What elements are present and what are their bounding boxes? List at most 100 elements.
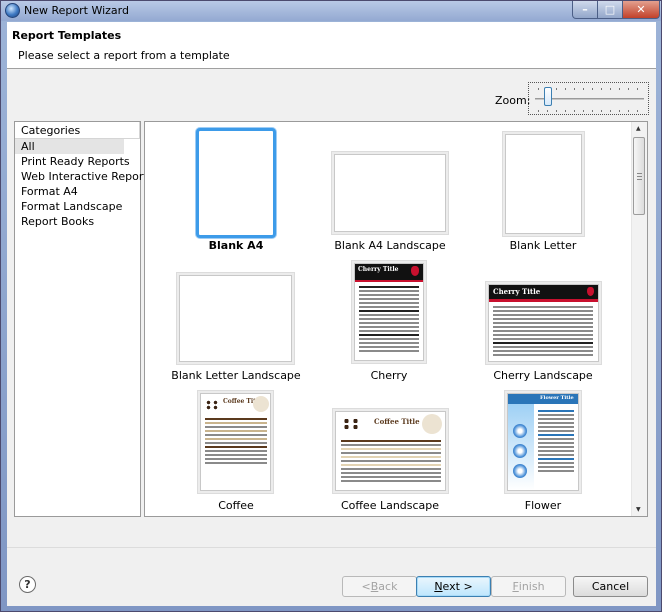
zoom-slider-thumb[interactable] (544, 87, 552, 106)
flower-icon-1 (513, 424, 527, 438)
coffee-table-rows (205, 418, 267, 466)
cherry-landscape-preview-title: Cherry Title (493, 287, 541, 296)
categories-column-header[interactable]: Categories (15, 122, 140, 139)
mnemonic-letter: B (370, 580, 379, 593)
zoom-tick (637, 110, 638, 112)
category-item-all[interactable]: All (15, 139, 124, 154)
zoom-tick (610, 110, 611, 112)
template-coffee-landscape-preview[interactable]: Coffee Title (335, 411, 446, 491)
categories-list: Categories All Print Ready Reports Web I… (14, 121, 153, 517)
category-item-format-landscape[interactable]: Format Landscape (15, 199, 140, 214)
zoom-tick (565, 88, 566, 90)
template-blank-letter-label[interactable]: Blank Letter (463, 239, 623, 252)
zoom-tick (601, 88, 602, 90)
template-blank-a4-landscape-preview[interactable] (334, 154, 446, 232)
template-blank-a4-preview[interactable] (196, 128, 276, 238)
zoom-tick (574, 110, 575, 112)
flower-preview-title: Flower Title (540, 395, 574, 401)
help-button[interactable]: ? (19, 576, 36, 593)
zoom-tick (583, 88, 584, 90)
footer-separator (7, 547, 656, 548)
coffee-cup-icon (253, 396, 269, 412)
scroll-up-arrow-icon[interactable]: ▲ (636, 125, 641, 132)
template-flower-label[interactable]: Flower (463, 499, 623, 512)
close-icon: ✕ (636, 3, 646, 16)
title-bar[interactable]: New Report Wizard – □ ✕ (1, 1, 661, 21)
category-item-format-a4[interactable]: Format A4 (15, 184, 140, 199)
zoom-tick (583, 110, 584, 112)
scrollbar-grip (637, 176, 642, 177)
template-coffee-label[interactable]: Coffee (156, 499, 316, 512)
template-blank-a4-label[interactable]: Blank A4 (156, 239, 316, 252)
close-button[interactable]: ✕ (622, 1, 660, 19)
zoom-label: Zoom: (495, 94, 531, 107)
coffee-landscape-beans-icon (342, 418, 360, 430)
template-blank-letter-landscape-label[interactable]: Blank Letter Landscape (156, 369, 316, 382)
coffee-landscape-table-rows (341, 440, 441, 484)
coffee-landscape-preview-title: Coffee Title (374, 417, 420, 426)
template-coffee-preview[interactable]: Coffee Title (200, 393, 271, 491)
page-description: Please select a report from a template (18, 49, 230, 62)
maximize-icon: □ (604, 3, 616, 16)
zoom-tick (637, 88, 638, 90)
maximize-button[interactable]: □ (597, 1, 623, 19)
zoom-tick (619, 110, 620, 112)
wizard-header: Report Templates Please select a report … (7, 22, 656, 69)
template-blank-letter-preview[interactable] (505, 134, 582, 234)
zoom-tick (538, 88, 539, 90)
category-item-web-interactive[interactable]: Web Interactive Reports (15, 169, 153, 184)
zoom-tick (592, 88, 593, 90)
cherry-landscape-accent-bar (489, 299, 598, 302)
zoom-tick (592, 110, 593, 112)
scrollbar-thumb[interactable] (633, 137, 645, 215)
template-cherry-preview[interactable]: Cherry Title (354, 263, 424, 361)
next-button[interactable]: Next > (416, 576, 491, 597)
category-item-print-ready[interactable]: Print Ready Reports (15, 154, 140, 169)
window-title: New Report Wizard (24, 4, 129, 17)
eclipse-app-icon (5, 3, 20, 18)
scroll-down-arrow-icon[interactable]: ▼ (636, 506, 641, 513)
zoom-slider[interactable] (528, 82, 649, 115)
zoom-tick (619, 88, 620, 90)
back-button[interactable]: < Back (342, 576, 417, 597)
template-coffee-landscape-label[interactable]: Coffee Landscape (310, 499, 470, 512)
cherry-landscape-table-rows (493, 306, 593, 358)
template-cherry-label[interactable]: Cherry (309, 369, 469, 382)
template-cherry-landscape-preview[interactable]: Cherry Title (488, 284, 599, 362)
cherry-table-rows (359, 286, 419, 354)
template-gallery: Blank A4 Blank A4 Landscape Blank Letter… (144, 121, 648, 517)
zoom-ticks (538, 88, 644, 114)
zoom-tick (601, 110, 602, 112)
minimize-button[interactable]: – (572, 1, 598, 19)
zoom-tick (628, 88, 629, 90)
zoom-tick (547, 110, 548, 112)
flower-icon-3 (513, 464, 527, 478)
gallery-vertical-scrollbar[interactable]: ▲ ▼ (631, 122, 647, 516)
zoom-tick (628, 110, 629, 112)
dialog-body: Report Templates Please select a report … (7, 22, 656, 606)
zoom-tick (610, 88, 611, 90)
coffee-landscape-cup-icon (422, 414, 442, 434)
category-item-report-books[interactable]: Report Books (15, 214, 140, 229)
coffee-beans-icon (205, 400, 219, 410)
template-blank-letter-landscape-preview[interactable] (179, 275, 292, 362)
cherry-preview-title: Cherry Title (358, 266, 399, 273)
zoom-tick (556, 88, 557, 90)
cancel-button[interactable]: Cancel (573, 576, 648, 597)
wizard-window: New Report Wizard – □ ✕ Report Templates… (0, 0, 662, 612)
zoom-tick (574, 88, 575, 90)
minimize-icon: – (582, 3, 588, 16)
template-blank-a4-landscape-label[interactable]: Blank A4 Landscape (310, 239, 470, 252)
template-cherry-landscape-label[interactable]: Cherry Landscape (463, 369, 623, 382)
flower-table-rows (538, 410, 574, 474)
cherry-logo-icon (411, 266, 419, 276)
cherry-accent-bar (355, 280, 423, 282)
template-flower-preview[interactable]: Flower Title (507, 393, 579, 491)
mnemonic-letter: N (434, 580, 443, 593)
zoom-tick (556, 110, 557, 112)
scrollbar-grip (637, 173, 642, 174)
finish-button[interactable]: Finish (491, 576, 566, 597)
cherry-landscape-logo-icon (587, 287, 594, 296)
zoom-tick (565, 110, 566, 112)
flower-icon-2 (513, 444, 527, 458)
